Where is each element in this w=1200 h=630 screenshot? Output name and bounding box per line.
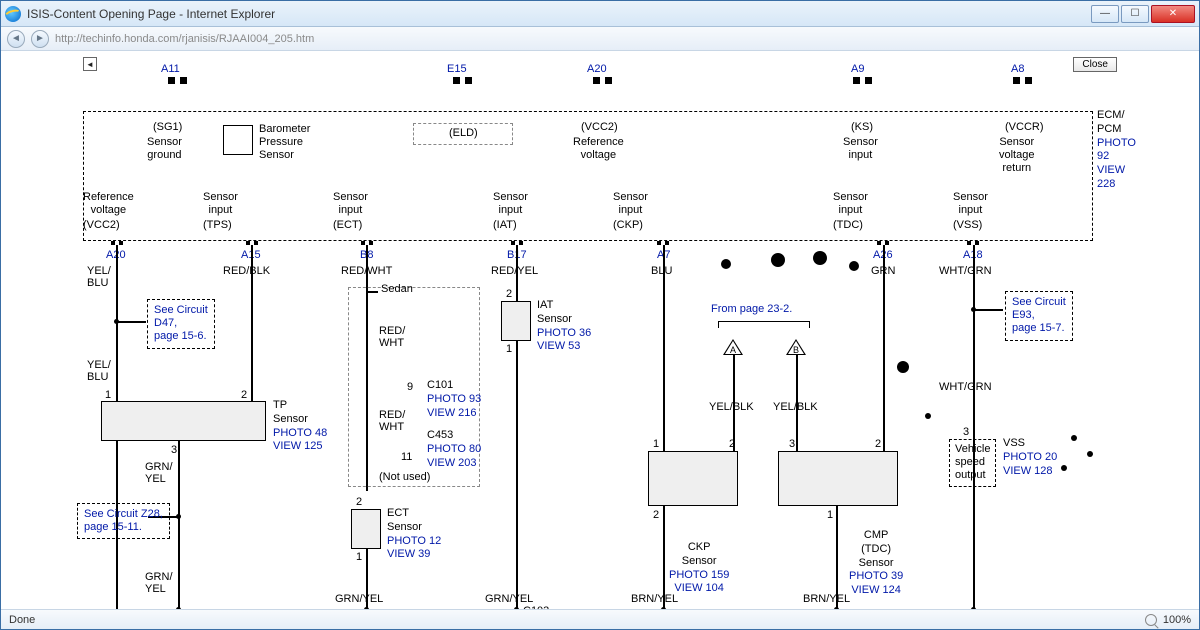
ckp-sensor [648, 451, 738, 506]
maximize-button[interactable]: ☐ [1121, 5, 1149, 23]
content-area: ◄ Close ECM/ PCM PHOTO 92 VIEW 228 A11 (… [1, 51, 1199, 609]
zoom-control[interactable]: 100% [1145, 614, 1191, 626]
url-text[interactable]: http://techinfo.honda.com/rjanisis/RJAAI… [55, 33, 1193, 45]
tp-sensor [101, 401, 266, 441]
brace [718, 321, 810, 329]
page-close-button[interactable]: Close [1073, 57, 1117, 72]
status-bar: Done 100% [1, 609, 1199, 629]
c453-label: C453PHOTO 80VIEW 203 [427, 429, 481, 470]
nav-first-button[interactable]: ◄ [83, 57, 97, 71]
forward-button[interactable]: ► [31, 30, 49, 48]
wiring-diagram: ECM/ PCM PHOTO 92 VIEW 228 A11 (SG1) Sen… [83, 81, 1119, 609]
barometer-sensor-box [223, 125, 253, 155]
minimize-button[interactable]: — [1091, 5, 1119, 23]
vss-label: VSSPHOTO 20VIEW 128 [1003, 437, 1057, 478]
pin-a20t: A20 [587, 63, 607, 75]
close-window-button[interactable]: ✕ [1151, 5, 1195, 23]
ie-window: ISIS-Content Opening Page - Internet Exp… [0, 0, 1200, 630]
ect-sensor [351, 509, 381, 549]
status-text: Done [9, 614, 35, 626]
ecm-label: ECM/ PCM PHOTO 92 VIEW 228 [1097, 109, 1136, 192]
cmp-sensor-label: CMP (TDC) SensorPHOTO 39VIEW 124 [849, 529, 903, 598]
pin-a11: A11 [161, 63, 180, 75]
iat-sensor [501, 301, 531, 341]
ect-sensor-label: ECT SensorPHOTO 12VIEW 39 [387, 507, 441, 562]
pin [168, 77, 175, 84]
dot-icon [721, 259, 731, 269]
zoom-icon [1145, 614, 1157, 626]
see-circuit-e93[interactable]: See Circuit E93, page 15-7. [1005, 291, 1073, 341]
ckp-sensor-label: CKP SensorPHOTO 159VIEW 104 [669, 541, 729, 596]
cmp-sensor [778, 451, 898, 506]
pin-a9: A9 [851, 63, 864, 75]
address-bar: ◄ ► http://techinfo.honda.com/rjanisis/R… [1, 27, 1199, 51]
titlebar: ISIS-Content Opening Page - Internet Exp… [1, 1, 1199, 27]
vss-box: Vehicle speed output [949, 439, 996, 487]
tp-sensor-label: TP Sensor PHOTO 48 VIEW 125 [273, 399, 327, 454]
pin-a8: A8 [1011, 63, 1024, 75]
ie-icon [5, 6, 21, 22]
c101-label: C101PHOTO 93VIEW 216 [427, 379, 481, 420]
from-page-ref[interactable]: From page 23-2. [711, 303, 792, 315]
pin-e15: E15 [447, 63, 467, 75]
see-circuit-z28[interactable]: See Circuit Z28, page 15-11. [77, 503, 170, 539]
back-button[interactable]: ◄ [7, 30, 25, 48]
see-circuit-d47[interactable]: See Circuit D47, page 15-6. [147, 299, 215, 349]
zoom-level: 100% [1163, 614, 1191, 626]
window-title: ISIS-Content Opening Page - Internet Exp… [27, 7, 275, 21]
iat-sensor-label: IAT SensorPHOTO 36VIEW 53 [537, 299, 591, 354]
